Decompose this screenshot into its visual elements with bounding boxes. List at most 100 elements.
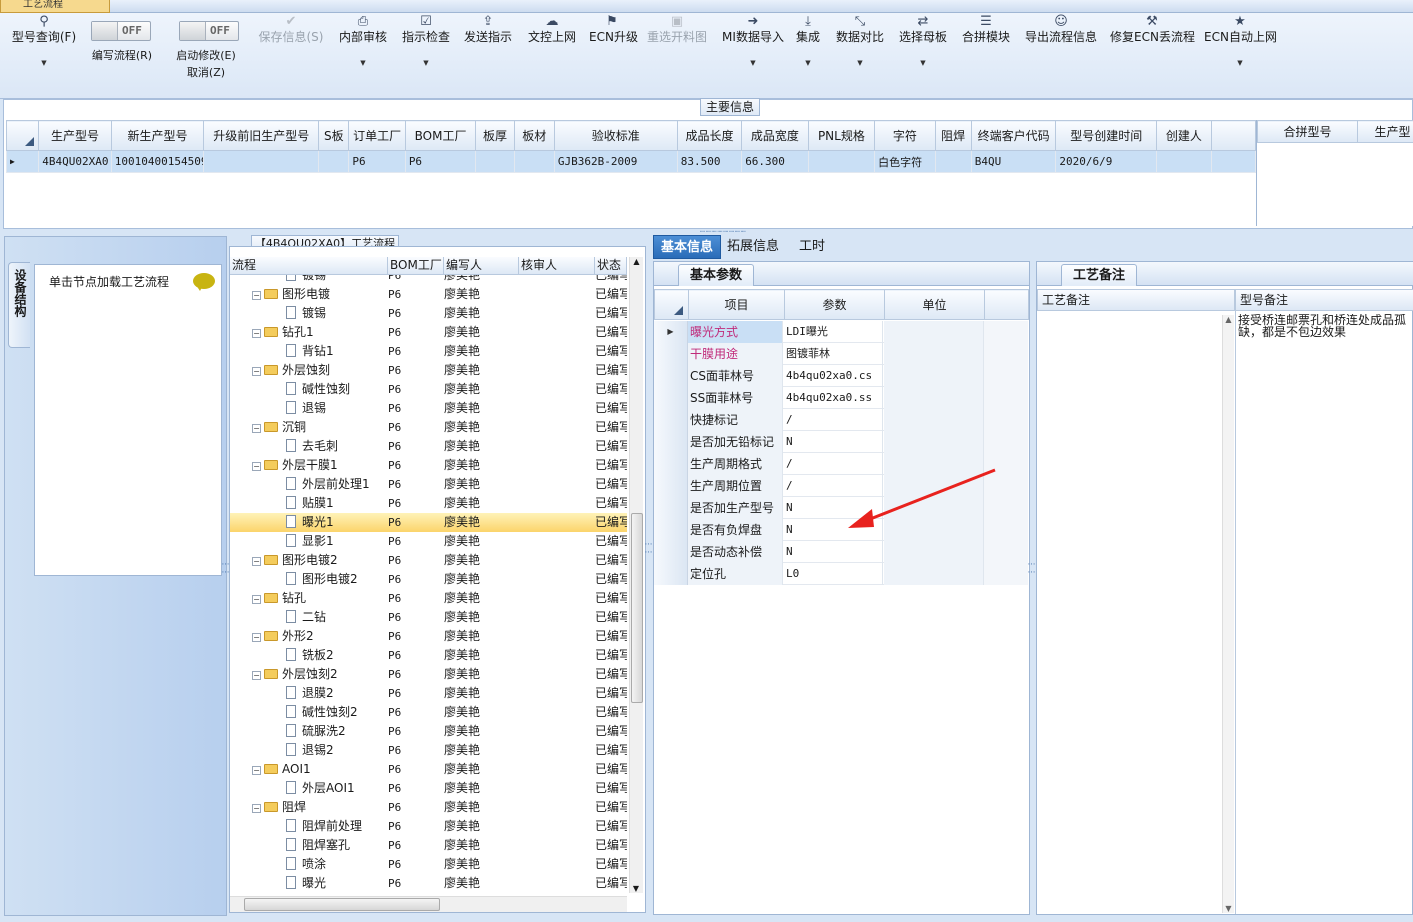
flow-tree-node[interactable]: − 外层蚀刻2 P6 廖美艳 已编写 bbox=[230, 665, 627, 684]
main-col-header[interactable]: 型号创建时间 bbox=[1055, 120, 1158, 151]
write-flow-toggle[interactable]: OFF bbox=[91, 21, 151, 41]
dropdown-arrow-icon[interactable]: ▼ bbox=[400, 59, 452, 67]
item-column-header[interactable]: 项目 bbox=[688, 289, 785, 320]
flow-tree-node[interactable]: 退膜2 P6 廖美艳 已编写 bbox=[230, 684, 627, 703]
collapse-icon[interactable]: − bbox=[252, 804, 261, 813]
process-remark-col[interactable]: 工艺备注 bbox=[1037, 289, 1235, 311]
top-splitter-handle[interactable]: ┈┈┈┈┈┈┈┈ bbox=[700, 227, 764, 236]
process-remark-scrollbar[interactable]: ▲ ▼ bbox=[1222, 315, 1234, 913]
flow-tree-node[interactable]: − 沉铜 P6 廖美艳 已编写 bbox=[230, 418, 627, 437]
flow-tree-node[interactable]: − 外形2 P6 廖美艳 已编写 bbox=[230, 627, 627, 646]
unit-column-header[interactable]: 单位 bbox=[884, 289, 985, 320]
flow-col-header[interactable]: BOM工厂 bbox=[388, 257, 444, 274]
collapse-icon[interactable]: − bbox=[252, 291, 261, 300]
param-value-cell[interactable]: LDI曝光 bbox=[784, 321, 883, 343]
main-col-header[interactable]: 订单工厂 bbox=[348, 120, 406, 151]
main-col-header[interactable]: 升级前旧生产型号 bbox=[203, 120, 320, 151]
main-col-header[interactable]: 新生产型号 bbox=[110, 120, 205, 151]
param-row[interactable]: CS面菲林号 4b4qu02xa0.cs bbox=[654, 365, 1028, 387]
flow-horizontal-scrollbar[interactable] bbox=[230, 896, 627, 912]
flow-col-header[interactable]: 状态 bbox=[595, 257, 627, 274]
row-indicator[interactable] bbox=[654, 563, 688, 585]
toolbar-button-14[interactable]: ⚒ 修复ECN丢流程 bbox=[1110, 13, 1195, 45]
flow-tree-node[interactable]: 退锡 P6 廖美艳 已编写 bbox=[230, 399, 627, 418]
param-row[interactable]: 是否加无铅标记 N bbox=[654, 431, 1028, 453]
row-indicator[interactable] bbox=[654, 365, 688, 387]
dropdown-arrow-icon[interactable]: ▼ bbox=[1204, 59, 1276, 67]
main-cell[interactable]: B4QU bbox=[970, 150, 1057, 173]
param-row[interactable]: 快捷标记 / bbox=[654, 409, 1028, 431]
flow-tree-node[interactable]: 碱性蚀刻2 P6 廖美艳 已编写 bbox=[230, 703, 627, 722]
main-col-header[interactable]: BOM工厂 bbox=[404, 120, 477, 151]
main-cell[interactable]: P6 bbox=[348, 150, 406, 173]
main-cell[interactable]: GJB362B-2009 bbox=[553, 150, 678, 173]
flow-tree-node[interactable]: 背钻1 P6 廖美艳 已编写 bbox=[230, 342, 627, 361]
dropdown-arrow-icon[interactable]: ▼ bbox=[833, 59, 887, 67]
flow-vertical-scrollbar[interactable]: ▲ ▼ bbox=[629, 257, 643, 893]
main-col-header[interactable]: 板厚 bbox=[475, 120, 515, 151]
toolbar-button-13[interactable]: ☺ 导出流程信息 bbox=[1022, 13, 1100, 45]
flow-tree-node[interactable]: 曝光 P6 廖美艳 已编写 bbox=[230, 874, 627, 893]
main-cell[interactable]: 66.300 bbox=[741, 150, 809, 173]
flow-tree-node[interactable]: 贴膜1 P6 廖美艳 已编写 bbox=[230, 494, 627, 513]
row-indicator[interactable] bbox=[654, 497, 688, 519]
collapse-icon[interactable]: − bbox=[252, 671, 261, 680]
flow-tree-node[interactable]: − 外层蚀刻 P6 廖美艳 已编写 bbox=[230, 361, 627, 380]
main-cell[interactable]: 83.500 bbox=[676, 150, 743, 173]
scroll-down-icon[interactable]: ▼ bbox=[630, 884, 642, 893]
dropdown-arrow-icon[interactable]: ▼ bbox=[8, 59, 80, 67]
flow-tree-node[interactable]: 去毛刺 P6 廖美艳 已编写 bbox=[230, 437, 627, 456]
flow-tree-node[interactable]: 硫脲洗2 P6 廖美艳 已编写 bbox=[230, 722, 627, 741]
dropdown-arrow-icon[interactable]: ▼ bbox=[720, 59, 786, 67]
flow-tree-node[interactable]: 二钻 P6 廖美艳 已编写 bbox=[230, 608, 627, 627]
collapse-icon[interactable]: − bbox=[252, 557, 261, 566]
tab-extended-info[interactable]: 拓展信息 bbox=[725, 235, 781, 259]
row-indicator[interactable] bbox=[654, 453, 688, 475]
flow-tree-node[interactable]: − 钻孔 P6 廖美艳 已编写 bbox=[230, 589, 627, 608]
toolbar-button-11[interactable]: ⇄ 选择母板 ▼ bbox=[897, 13, 949, 67]
collapse-icon[interactable]: − bbox=[252, 595, 261, 604]
production-model-col[interactable]: 生产型 bbox=[1357, 120, 1413, 143]
flow-tree-node[interactable]: 外层AOI1 P6 廖美艳 已编写 bbox=[230, 779, 627, 798]
basic-params-tab[interactable]: 基本参数 bbox=[678, 264, 754, 286]
param-row[interactable]: 干膜用途 图镀菲林 bbox=[654, 343, 1028, 365]
main-col-header[interactable]: 生产型号 bbox=[38, 120, 112, 151]
main-col-header[interactable]: PNL规格 bbox=[807, 120, 876, 151]
row-indicator[interactable] bbox=[654, 475, 688, 497]
hscroll-thumb[interactable] bbox=[244, 898, 440, 911]
main-cell[interactable]: 2020/6/9 bbox=[1055, 150, 1158, 173]
toolbar-button-5[interactable]: ☁ 文控上网 bbox=[526, 13, 578, 45]
scroll-up-icon[interactable]: ▲ bbox=[630, 257, 643, 266]
tab-work-hours[interactable]: 工时 bbox=[795, 235, 829, 259]
toolbar-button-12[interactable]: ☰ 合拼模块 bbox=[960, 13, 1012, 45]
row-indicator[interactable] bbox=[654, 431, 688, 453]
toolbar-button-2[interactable]: ⎙ 内部审核 ▼ bbox=[337, 13, 389, 67]
toolbar-button-8[interactable]: ➜ MI数据导入 ▼ bbox=[720, 13, 786, 67]
main-cell[interactable]: 4B4QU02XA0 bbox=[38, 150, 112, 173]
flow-tree-node[interactable]: − 钻孔1 P6 廖美艳 已编写 bbox=[230, 323, 627, 342]
process-remarks-tab[interactable]: 工艺备注 bbox=[1061, 264, 1137, 286]
param-row[interactable]: ▶ 曝光方式 LDI曝光 bbox=[654, 321, 1028, 343]
toolbar-button-9[interactable]: ⤓ 集成 ▼ bbox=[793, 13, 823, 67]
scroll-up-icon[interactable]: ▲ bbox=[1223, 315, 1234, 324]
collapse-icon[interactable]: − bbox=[252, 329, 261, 338]
row-indicator[interactable] bbox=[654, 343, 688, 365]
row-indicator[interactable] bbox=[654, 519, 688, 541]
param-value-cell[interactable]: / bbox=[784, 409, 883, 431]
main-cell[interactable]: 10010400154509 bbox=[110, 150, 205, 173]
toolbar-button-3[interactable]: ☑ 指示检查 ▼ bbox=[400, 13, 452, 67]
flow-tree-node[interactable]: 外层前处理1 P6 廖美艳 已编写 bbox=[230, 475, 627, 494]
tab-basic-info[interactable]: 基本信息 bbox=[653, 235, 721, 259]
param-value-cell[interactable]: 4b4qu02xa0.cs bbox=[784, 365, 883, 387]
start-edit-toggle[interactable]: OFF bbox=[179, 21, 239, 41]
main-col-header[interactable]: 成品宽度 bbox=[741, 120, 809, 151]
main-col-header[interactable]: 板材 bbox=[513, 120, 555, 151]
toolbar-button-4[interactable]: ⇪ 发送指示 bbox=[462, 13, 514, 45]
toolbar-button-15[interactable]: ★ ECN自动上网 ▼ bbox=[1204, 13, 1277, 67]
model-remark-col[interactable]: 型号备注 bbox=[1235, 289, 1413, 311]
model-remark-text[interactable]: 接受桥连邮票孔和桥连处成品孤缺，都是不包边效果 bbox=[1238, 314, 1412, 340]
toolbar-button-10[interactable]: ⤡ 数据对比 ▼ bbox=[833, 13, 887, 67]
toolbar-button-7[interactable]: ▣ 重选开料图 bbox=[645, 13, 709, 45]
main-cell[interactable] bbox=[513, 150, 555, 173]
param-value-cell[interactable]: N bbox=[784, 541, 883, 563]
